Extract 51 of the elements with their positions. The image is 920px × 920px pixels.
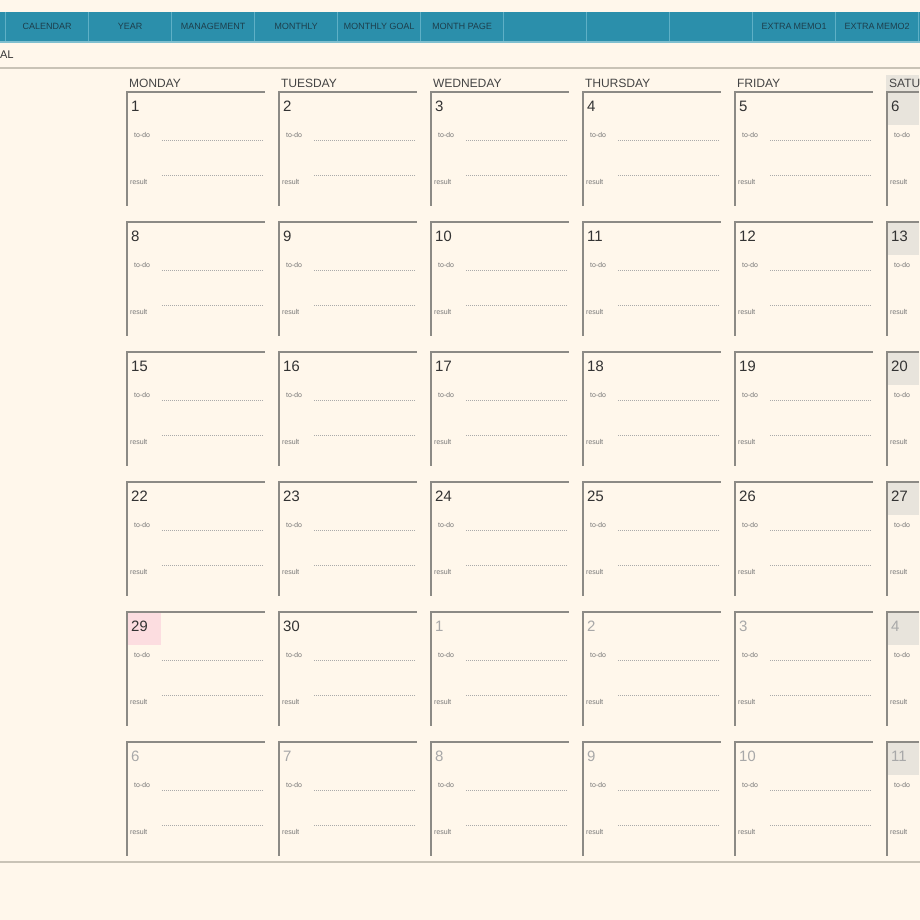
- nav-tab[interactable]: MONTHLY GOAL: [338, 12, 421, 41]
- day-number: 16: [282, 357, 301, 377]
- day-number: 4: [888, 613, 919, 645]
- day-number: 4: [586, 97, 596, 117]
- day-number: 8: [434, 747, 444, 767]
- weekday-header: SATU: [886, 75, 919, 91]
- nav-tab[interactable]: MONTHLY: [255, 12, 338, 41]
- weekday-header: FRIDAY: [736, 75, 782, 91]
- day-number: 15: [130, 357, 149, 377]
- day-number: 22: [130, 487, 149, 507]
- day-number: 2: [586, 617, 596, 637]
- day-number: 23: [282, 487, 301, 507]
- weekday-header: TUESDAY: [280, 75, 338, 91]
- day-number: 1: [130, 97, 140, 117]
- nav-tab[interactable]: EXTRA MEMO2: [836, 12, 919, 41]
- day-number: 8: [130, 227, 140, 247]
- page-title: AL: [0, 48, 14, 63]
- day-number: 29: [128, 613, 161, 645]
- weekday-header: THURSDAY: [584, 75, 652, 91]
- day-number: 19: [738, 357, 757, 377]
- day-number: 10: [434, 227, 453, 247]
- day-number: 3: [738, 617, 748, 637]
- day-number: 3: [434, 97, 444, 117]
- nav-tab[interactable]: MANAGEMENT: [172, 12, 255, 41]
- nav-tab[interactable]: MONTH PAGE: [421, 12, 504, 41]
- day-number: 5: [738, 97, 748, 117]
- day-number: 2: [282, 97, 292, 117]
- day-number: 6: [888, 93, 919, 125]
- day-number: 9: [586, 747, 596, 767]
- day-number: 17: [434, 357, 453, 377]
- nav-tab[interactable]: CALENDAR: [6, 12, 89, 41]
- day-number: 26: [738, 487, 757, 507]
- day-number: 30: [282, 617, 301, 637]
- weekday-header: WEDNEDAY: [432, 75, 502, 91]
- weekday-header: MONDAY: [128, 75, 182, 91]
- nav-tab[interactable]: YEAR: [89, 12, 172, 41]
- day-number: 18: [586, 357, 605, 377]
- day-number: 7: [282, 747, 292, 767]
- day-number: 11: [888, 743, 919, 775]
- day-number: 6: [130, 747, 140, 767]
- day-number: 25: [586, 487, 605, 507]
- day-number: 24: [434, 487, 453, 507]
- day-number: 27: [888, 483, 919, 515]
- day-number: 9: [282, 227, 292, 247]
- day-number: 1: [434, 617, 444, 637]
- day-number: 12: [738, 227, 757, 247]
- day-number: 13: [888, 223, 919, 255]
- day-number: 10: [738, 747, 757, 767]
- day-number: 20: [888, 353, 919, 385]
- day-number: 11: [586, 227, 604, 247]
- nav-tab[interactable]: EXTRA MEMO1: [753, 12, 836, 41]
